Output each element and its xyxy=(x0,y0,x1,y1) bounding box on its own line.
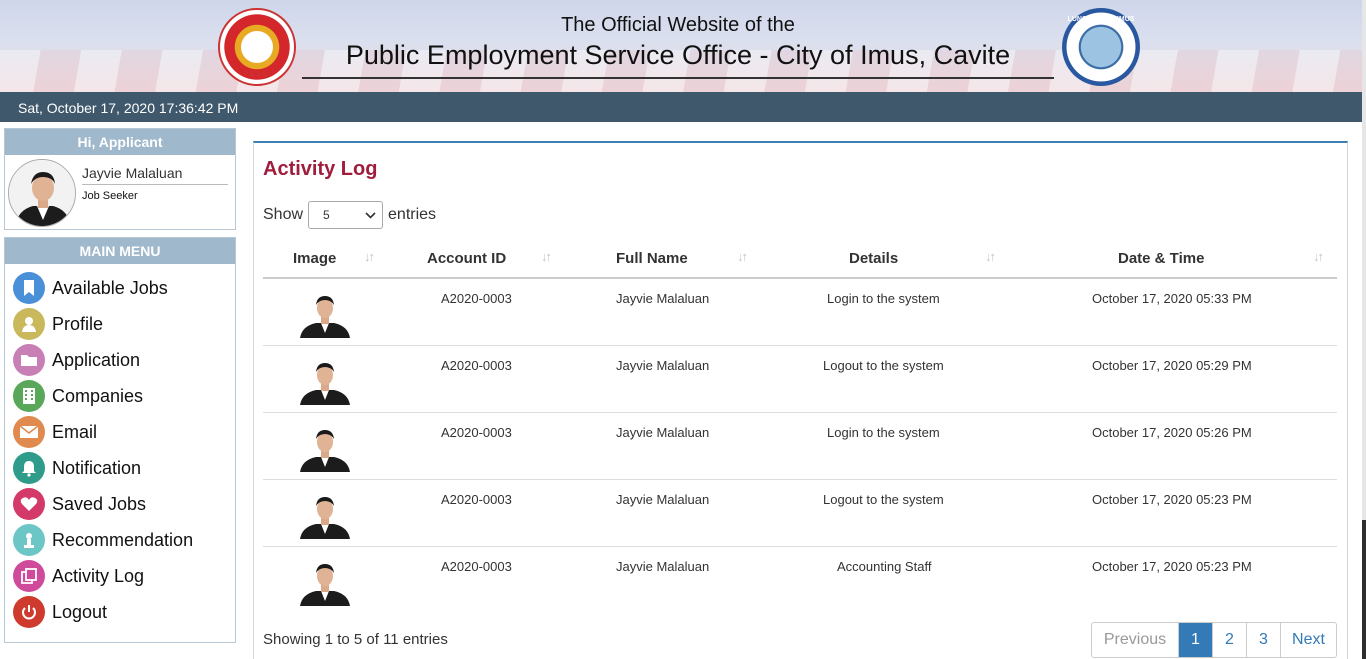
date-time-bar: Sat, October 17, 2020 17:36:42 PM xyxy=(0,92,1362,122)
details-cell: Login to the system xyxy=(827,425,940,440)
scrollbar-thumb[interactable] xyxy=(1362,0,1366,520)
column-header-full-name[interactable]: Full Name xyxy=(616,250,688,267)
sort-icon[interactable]: ↓↑ xyxy=(985,249,996,264)
peso-logo: P.E.S.O. xyxy=(218,8,296,86)
account-id-cell: A2020-0003 xyxy=(441,559,512,574)
column-header-account-id[interactable]: Account ID xyxy=(427,250,506,267)
datetime-cell: October 17, 2020 05:33 PM xyxy=(1092,291,1252,306)
sort-icon[interactable]: ↓↑ xyxy=(737,249,748,264)
award-icon xyxy=(13,524,45,556)
menu-item-activity-log[interactable]: Activity Log xyxy=(13,560,144,592)
user-photo xyxy=(300,288,350,338)
bookmark-icon xyxy=(13,272,45,304)
user-avatar xyxy=(8,159,76,227)
menu-item-email[interactable]: Email xyxy=(13,416,97,448)
table-row: A2020-0003 Jayvie Malaluan Accounting St… xyxy=(263,547,1337,614)
full-name-cell: Jayvie Malaluan xyxy=(616,358,710,373)
user-panel: Hi, Applicant Jayvie Malaluan Job Seeker xyxy=(4,128,236,230)
user-photo xyxy=(300,489,350,539)
details-cell: Accounting Staff xyxy=(837,559,932,574)
sort-icon[interactable]: ↓↑ xyxy=(1313,249,1324,264)
column-header-details[interactable]: Details xyxy=(849,250,898,267)
full-name-cell: Jayvie Malaluan xyxy=(616,291,710,306)
menu-item-profile[interactable]: Profile xyxy=(13,308,103,340)
envelope-icon xyxy=(13,416,45,448)
imus-city-seal: LUNGSOD NG IMUS xyxy=(1062,8,1140,86)
previous-button[interactable]: Previous xyxy=(1092,623,1178,657)
full-name-cell: Jayvie Malaluan xyxy=(616,492,710,507)
menu-item-available-jobs[interactable]: Available Jobs xyxy=(13,272,168,304)
page-size-value: 5 xyxy=(323,208,330,222)
folder-icon xyxy=(13,344,45,376)
menu-item-application[interactable]: Application xyxy=(13,344,140,376)
table-info: Showing 1 to 5 of 11 entries xyxy=(263,631,448,648)
menu-item-notification[interactable]: Notification xyxy=(13,452,141,484)
details-cell: Login to the system xyxy=(827,291,940,306)
table-row: A2020-0003 Jayvie Malaluan Logout to the… xyxy=(263,346,1337,413)
user-panel-heading: Hi, Applicant xyxy=(5,129,235,155)
account-id-cell: A2020-0003 xyxy=(441,291,512,306)
menu-item-recommendation[interactable]: Recommendation xyxy=(13,524,193,556)
user-icon xyxy=(13,308,45,340)
account-id-cell: A2020-0003 xyxy=(441,358,512,373)
current-datetime: Sat, October 17, 2020 17:36:42 PM xyxy=(18,100,239,116)
chevron-down-icon xyxy=(365,207,376,226)
bell-icon xyxy=(13,452,45,484)
sort-icon[interactable]: ↓↑ xyxy=(541,249,552,264)
sort-icon[interactable]: ↓↑ xyxy=(364,249,375,264)
datetime-cell: October 17, 2020 05:29 PM xyxy=(1092,358,1252,373)
page-scrollbar[interactable] xyxy=(1362,0,1366,659)
next-button[interactable]: Next xyxy=(1280,623,1336,657)
menu-item-saved-jobs[interactable]: Saved Jobs xyxy=(13,488,146,520)
entries-label: entries xyxy=(388,206,437,223)
pagination: Previous 1 2 3 Next xyxy=(1091,622,1337,658)
details-cell: Logout to the system xyxy=(823,492,944,507)
header-title: Public Employment Service Office - City … xyxy=(345,40,1011,70)
menu-item-companies[interactable]: Companies xyxy=(13,380,143,412)
full-name-cell: Jayvie Malaluan xyxy=(616,425,710,440)
power-icon xyxy=(13,596,45,628)
details-cell: Logout to the system xyxy=(823,358,944,373)
table-row: A2020-0003 Jayvie Malaluan Login to the … xyxy=(263,279,1337,346)
header-subtitle: The Official Website of the xyxy=(561,14,795,36)
site-header: P.E.S.O. The Official Website of the Pub… xyxy=(0,0,1362,92)
page-title: Activity Log xyxy=(263,158,378,180)
datetime-cell: October 17, 2020 05:23 PM xyxy=(1092,492,1252,507)
datetime-cell: October 17, 2020 05:23 PM xyxy=(1092,559,1252,574)
account-id-cell: A2020-0003 xyxy=(441,492,512,507)
table-row: A2020-0003 Jayvie Malaluan Logout to the… xyxy=(263,480,1337,547)
page-size-control: Show 5 entries xyxy=(263,201,436,229)
page-button-1[interactable]: 1 xyxy=(1178,623,1212,657)
user-photo xyxy=(300,355,350,405)
user-photo xyxy=(300,422,350,472)
header-underline xyxy=(302,77,1054,79)
full-name-cell: Jayvie Malaluan xyxy=(616,559,710,574)
building-icon xyxy=(13,380,45,412)
table-header: Image ↓↑ Account ID ↓↑ Full Name ↓↑ Deta… xyxy=(263,239,1337,279)
column-header-image[interactable]: Image xyxy=(293,250,336,267)
copy-icon xyxy=(13,560,45,592)
page-button-3[interactable]: 3 xyxy=(1246,623,1280,657)
activity-log-card: Activity Log Show 5 entries Image ↓↑ Acc… xyxy=(253,141,1348,659)
heart-icon xyxy=(13,488,45,520)
activity-log-table: Image ↓↑ Account ID ↓↑ Full Name ↓↑ Deta… xyxy=(263,239,1337,614)
main-menu: MAIN MENU Available Jobs Profile Applica… xyxy=(4,237,236,643)
page-size-select[interactable]: 5 xyxy=(308,201,384,229)
main-menu-heading: MAIN MENU xyxy=(5,238,235,264)
user-role: Job Seeker xyxy=(82,190,138,202)
account-id-cell: A2020-0003 xyxy=(441,425,512,440)
page-button-2[interactable]: 2 xyxy=(1212,623,1246,657)
datetime-cell: October 17, 2020 05:26 PM xyxy=(1092,425,1252,440)
user-photo xyxy=(300,556,350,606)
menu-item-logout[interactable]: Logout xyxy=(13,596,107,628)
table-row: A2020-0003 Jayvie Malaluan Login to the … xyxy=(263,413,1337,480)
user-name: Jayvie Malaluan xyxy=(82,165,228,185)
column-header-date-time[interactable]: Date & Time xyxy=(1118,250,1204,267)
show-label: Show xyxy=(263,206,304,223)
